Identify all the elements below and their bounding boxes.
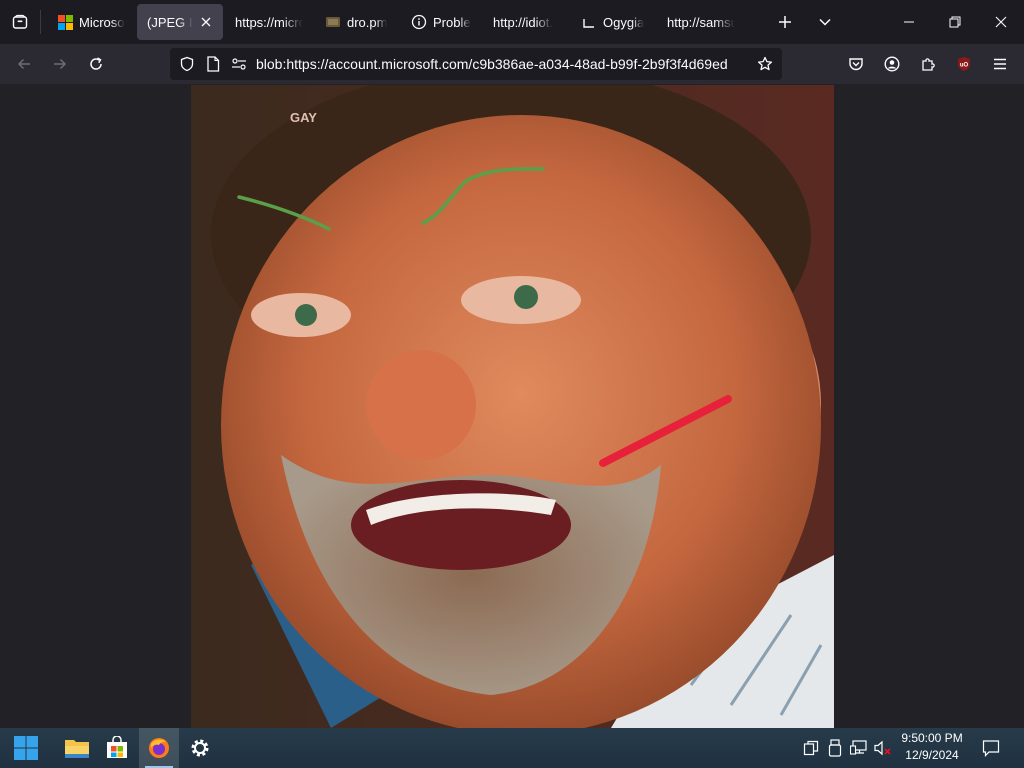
pocket-button[interactable]	[840, 48, 872, 80]
microsoft-logo-icon	[57, 14, 73, 30]
menu-button[interactable]	[984, 48, 1016, 80]
ublock-origin-button[interactable]: uO	[948, 48, 980, 80]
site-info-button[interactable]	[200, 48, 226, 80]
page-content: GAY	[0, 84, 1024, 728]
minimize-icon	[904, 21, 914, 23]
tab-list: Microsoft (JPEG Image https://microsoft …	[47, 0, 747, 44]
windows-taskbar: 9:50:00 PM 12/9/2024	[0, 728, 1024, 768]
new-tab-button[interactable]	[767, 4, 803, 40]
permissions-icon	[232, 58, 246, 70]
close-icon	[995, 16, 1007, 28]
url-text[interactable]: blob:https://account.microsoft.com/c9b38…	[256, 56, 736, 72]
chevron-down-icon	[819, 18, 831, 26]
list-all-tabs-button[interactable]	[807, 4, 843, 40]
tab-title: http://samsung	[667, 14, 735, 30]
svg-text:uO: uO	[960, 63, 969, 69]
tab-separator	[40, 10, 41, 34]
bookmark-star-button[interactable]	[752, 48, 778, 80]
firefox-icon	[149, 738, 169, 758]
network-tray-icon[interactable]	[849, 738, 869, 758]
viewed-jpeg-image: GAY	[191, 85, 834, 728]
tab-jpeg-image[interactable]: (JPEG Image	[137, 4, 223, 40]
pocket-icon	[849, 58, 863, 71]
close-window-button[interactable]	[978, 0, 1024, 44]
firefox-taskbar-button[interactable]	[139, 728, 179, 768]
tab-title: Problem	[433, 14, 471, 30]
settings-button[interactable]	[180, 728, 220, 768]
copy-icon	[803, 740, 819, 756]
arrow-right-icon	[54, 58, 67, 70]
tab-problem[interactable]: Problem	[401, 4, 481, 40]
tab-ogygia[interactable]: Ogygia	[571, 4, 655, 40]
usb-tray-icon[interactable]	[825, 738, 845, 758]
page-icon	[207, 56, 220, 72]
volume-tray-icon[interactable]	[873, 738, 893, 758]
tab-http-samsung[interactable]: http://samsung	[657, 4, 745, 40]
firefox-view-button[interactable]	[0, 0, 40, 44]
navigation-toolbar: blob:https://account.microsoft.com/c9b38…	[0, 44, 1024, 84]
reload-icon	[90, 57, 102, 70]
account-button[interactable]	[876, 48, 908, 80]
tab-title: Microsoft	[79, 14, 125, 30]
plus-icon	[779, 16, 791, 28]
volume-muted-icon	[874, 740, 891, 756]
shield-icon	[180, 56, 194, 72]
ublock-origin-icon: uO	[958, 57, 970, 71]
arrow-left-icon	[17, 58, 30, 70]
minimize-button[interactable]	[886, 0, 932, 44]
extensions-button[interactable]	[912, 48, 944, 80]
portrait-image: GAY	[191, 85, 834, 728]
clock-date: 12/9/2024	[905, 748, 959, 762]
tab-title: Ogygia	[603, 14, 645, 30]
account-icon	[884, 56, 900, 72]
tab-title: dro.pm	[347, 14, 388, 30]
tracking-protection-button[interactable]	[174, 48, 200, 80]
gear-icon	[191, 739, 209, 757]
tab-microsoft[interactable]: Microsoft	[47, 4, 135, 40]
overlay-text: GAY	[290, 110, 317, 125]
permissions-button[interactable]	[226, 48, 252, 80]
reload-button[interactable]	[80, 48, 112, 80]
close-icon[interactable]	[199, 14, 213, 30]
tab-title: https://microsoft	[235, 14, 303, 30]
tab-http-idiot[interactable]: http://idiot.	[483, 4, 569, 40]
start-button[interactable]	[6, 728, 46, 768]
task-view-tray-icon[interactable]	[801, 738, 821, 758]
tab-dro-pm[interactable]: dro.pm	[315, 4, 399, 40]
tab-strip: Microsoft (JPEG Image https://microsoft …	[0, 0, 1024, 44]
clock-time: 9:50:00 PM	[901, 731, 963, 745]
file-explorer-button[interactable]	[57, 728, 97, 768]
page-icon	[325, 14, 341, 30]
system-clock[interactable]: 9:50:00 PM 12/9/2024	[896, 730, 968, 766]
firefox-view-icon	[12, 14, 28, 29]
notification-icon	[982, 740, 1000, 757]
tab-title: (JPEG Image	[147, 14, 193, 30]
restore-icon	[949, 16, 961, 28]
tab-title: http://idiot.	[493, 14, 553, 30]
hamburger-menu-icon	[994, 58, 1006, 70]
info-icon	[411, 14, 427, 30]
usb-drive-icon	[828, 739, 842, 757]
forward-button[interactable]	[44, 48, 76, 80]
tab-https-microsoft[interactable]: https://microsoft	[225, 4, 313, 40]
restore-button[interactable]	[932, 0, 978, 44]
notification-center-button[interactable]	[981, 738, 1001, 758]
ogygia-icon	[581, 14, 597, 30]
microsoft-store-button[interactable]	[97, 728, 137, 768]
network-icon	[850, 740, 867, 755]
folder-icon	[65, 740, 89, 758]
puzzle-icon	[922, 58, 935, 71]
store-bag-icon	[107, 736, 127, 758]
star-icon	[757, 56, 773, 71]
windows-logo-icon	[14, 736, 38, 760]
address-bar[interactable]: blob:https://account.microsoft.com/c9b38…	[170, 48, 782, 80]
back-button[interactable]	[8, 48, 40, 80]
